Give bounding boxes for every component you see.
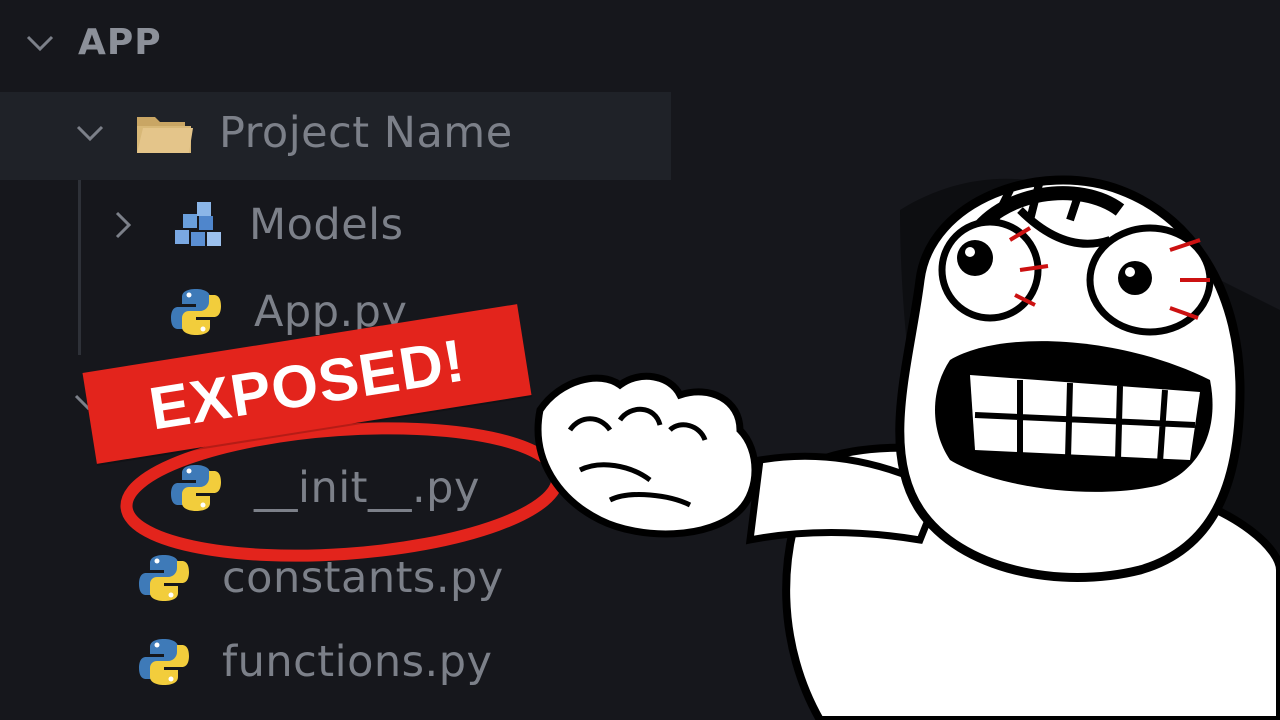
models-cubes-icon (171, 200, 225, 250)
folder-open-icon (135, 108, 195, 158)
folder-models[interactable]: Models (103, 200, 404, 250)
section-title: APP (78, 22, 162, 63)
python-icon (168, 284, 224, 340)
folder-project-name[interactable]: Project Name (70, 108, 513, 158)
functions-py-label: functions.py (222, 637, 493, 687)
rage-face-illustration (534, 175, 1280, 720)
chevron-right-icon (103, 205, 143, 245)
python-icon (136, 634, 192, 690)
file-functions-py[interactable]: functions.py (136, 634, 492, 690)
chevron-down-icon (70, 113, 110, 153)
models-label: Models (249, 200, 404, 250)
tree-indent-guide (78, 180, 81, 355)
folder-label: Project Name (219, 108, 513, 158)
section-header-app[interactable]: APP (20, 22, 162, 63)
chevron-down-icon (20, 23, 60, 63)
